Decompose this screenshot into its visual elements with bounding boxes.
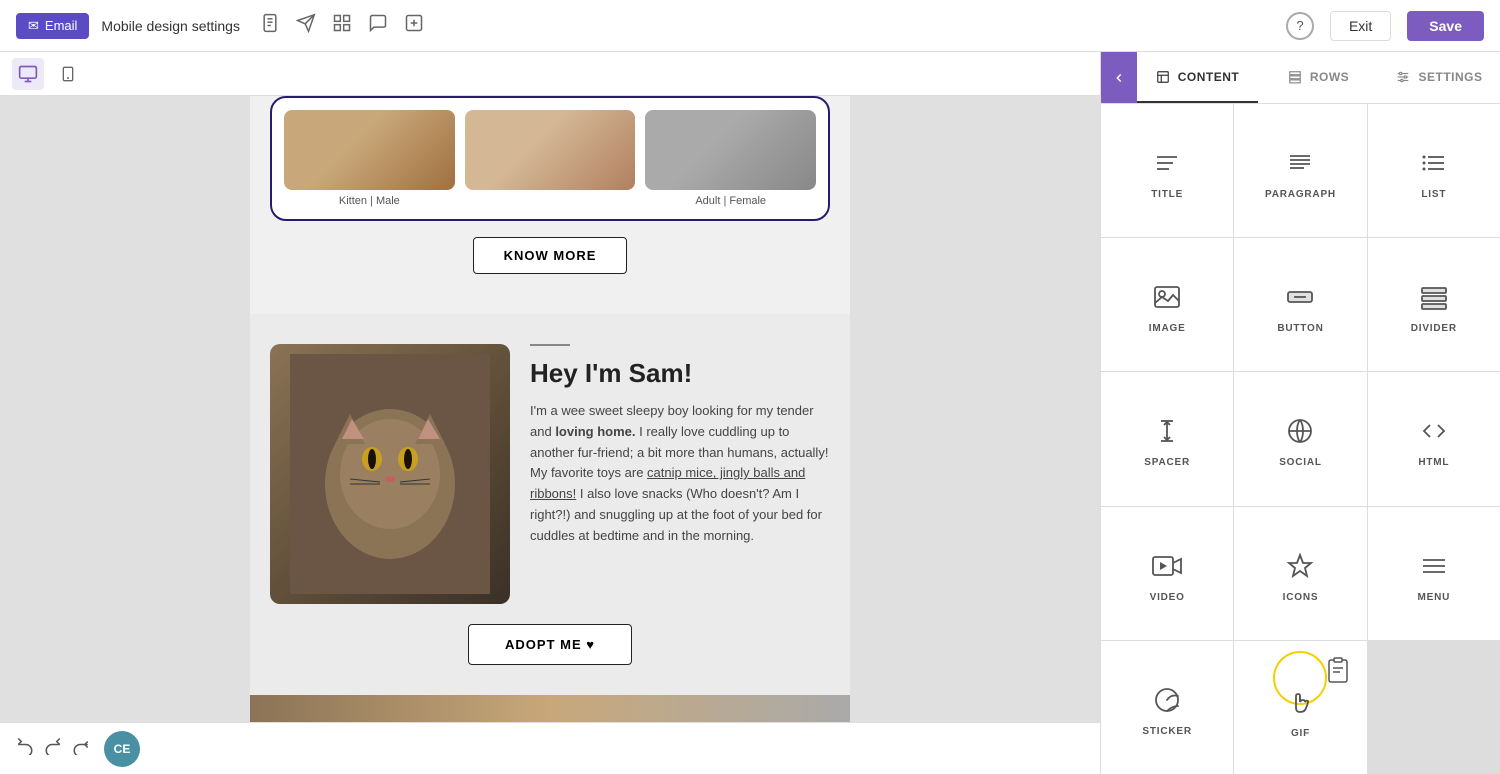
page-title: Mobile design settings <box>101 18 240 34</box>
exit-button[interactable]: Exit <box>1330 11 1391 41</box>
list-label: LIST <box>1421 189 1446 200</box>
button-label: BUTTON <box>1277 323 1323 334</box>
redo-button[interactable] <box>72 737 90 760</box>
email-label: Email <box>45 18 78 33</box>
grid-icon[interactable] <box>332 13 352 38</box>
canvas-scroll[interactable]: Kitten | Male Adult | Female KNOW MORE <box>0 96 1100 722</box>
image-label: IMAGE <box>1149 323 1186 334</box>
comment-icon[interactable] <box>368 13 388 38</box>
divider-label: DIVIDER <box>1411 323 1457 334</box>
sticker-label: STICKER <box>1142 726 1192 737</box>
spacer-label: SPACER <box>1144 457 1190 468</box>
sam-body-bold: loving home. <box>555 424 635 439</box>
right-panel: CONTENT ROWS SETTINGS TITLE <box>1100 52 1500 774</box>
adopt-me-button[interactable]: ADOPT ME ♥ <box>468 624 632 665</box>
video-label: VIDEO <box>1150 592 1185 603</box>
menu-label: MENU <box>1417 592 1450 603</box>
paragraph-label: PARAGRAPH <box>1265 189 1336 200</box>
content-grid: TITLE PARAGRAPH <box>1101 104 1500 774</box>
sam-body: I'm a wee sweet sleepy boy looking for m… <box>530 401 830 547</box>
know-more-button[interactable]: KNOW MORE <box>473 237 628 274</box>
sam-content: Hey I'm Sam! I'm a wee sweet sleepy boy … <box>270 344 830 604</box>
email-icon: ✉ <box>28 18 39 34</box>
email-button[interactable]: ✉ Email <box>16 13 89 39</box>
pet-image-2 <box>465 110 636 190</box>
gif-label: GIF <box>1291 728 1310 739</box>
send-icon[interactable] <box>296 13 316 38</box>
social-label: SOCIAL <box>1279 457 1322 468</box>
top-section: Kitten | Male Adult | Female KNOW MORE <box>250 96 850 314</box>
content-item-sticker[interactable]: STICKER <box>1101 641 1233 774</box>
avatar: CE <box>104 731 140 767</box>
tab-settings-label: SETTINGS <box>1418 70 1482 84</box>
topbar-right: ? Exit Save <box>1286 11 1484 41</box>
panel-collapse-button[interactable] <box>1101 52 1137 103</box>
pet-card-3: Adult | Female <box>645 110 816 207</box>
topbar-icons <box>260 13 424 38</box>
tab-content[interactable]: CONTENT <box>1137 52 1258 103</box>
desktop-view-button[interactable] <box>12 58 44 90</box>
undo-back-button[interactable] <box>44 737 62 760</box>
content-item-video[interactable]: VIDEO <box>1101 507 1233 640</box>
pet-card-2 <box>465 110 636 207</box>
sam-divider <box>530 344 570 346</box>
pet-label-1: Kitten | Male <box>339 195 400 207</box>
save-button[interactable]: Save <box>1407 11 1484 41</box>
tab-settings[interactable]: SETTINGS <box>1379 52 1500 103</box>
pet-image-3 <box>645 110 816 190</box>
icons-label: ICONS <box>1283 592 1319 603</box>
content-item-icons[interactable]: ICONS <box>1234 507 1366 640</box>
sam-image <box>270 344 510 604</box>
bottom-image <box>250 695 850 722</box>
sam-title: Hey I'm Sam! <box>530 358 830 389</box>
mobile-view-button[interactable] <box>52 58 84 90</box>
sam-section: Hey I'm Sam! I'm a wee sweet sleepy boy … <box>250 314 850 695</box>
panel-tabs: CONTENT ROWS SETTINGS <box>1101 52 1500 104</box>
content-item-gif[interactable]: GIF <box>1234 641 1366 774</box>
device-bar <box>0 52 1100 96</box>
email-canvas: Kitten | Male Adult | Female KNOW MORE <box>250 96 850 722</box>
content-item-image[interactable]: IMAGE <box>1101 238 1233 371</box>
topbar: ✉ Email Mobile design settings ? Exit Sa… <box>0 0 1500 52</box>
tab-rows[interactable]: ROWS <box>1258 52 1379 103</box>
content-item-spacer[interactable]: SPACER <box>1101 372 1233 505</box>
content-item-menu[interactable]: MENU <box>1368 507 1500 640</box>
pet-cards: Kitten | Male Adult | Female <box>270 96 830 221</box>
content-item-html[interactable]: HTML <box>1368 372 1500 505</box>
html-label: HTML <box>1418 457 1449 468</box>
main-layout: Kitten | Male Adult | Female KNOW MORE <box>0 52 1500 774</box>
tab-rows-label: ROWS <box>1310 70 1349 84</box>
add-block-icon[interactable] <box>404 13 424 38</box>
content-item-social[interactable]: SOCIAL <box>1234 372 1366 505</box>
pet-label-3: Adult | Female <box>695 195 766 207</box>
title-label: TITLE <box>1151 189 1183 200</box>
content-item-list[interactable]: LIST <box>1368 104 1500 237</box>
content-item-paragraph[interactable]: PARAGRAPH <box>1234 104 1366 237</box>
canvas-area: Kitten | Male Adult | Female KNOW MORE <box>0 52 1100 774</box>
undo-button[interactable] <box>16 737 34 760</box>
sam-text: Hey I'm Sam! I'm a wee sweet sleepy boy … <box>530 344 830 547</box>
tab-content-label: CONTENT <box>1178 70 1240 84</box>
pet-image-1 <box>284 110 455 190</box>
content-item-divider[interactable]: DIVIDER <box>1368 238 1500 371</box>
pet-card-1: Kitten | Male <box>284 110 455 207</box>
content-item-title[interactable]: TITLE <box>1101 104 1233 237</box>
content-item-button[interactable]: BUTTON <box>1234 238 1366 371</box>
help-button[interactable]: ? <box>1286 12 1314 40</box>
bottom-bar: CE <box>0 722 1100 774</box>
document-icon[interactable] <box>260 13 280 38</box>
